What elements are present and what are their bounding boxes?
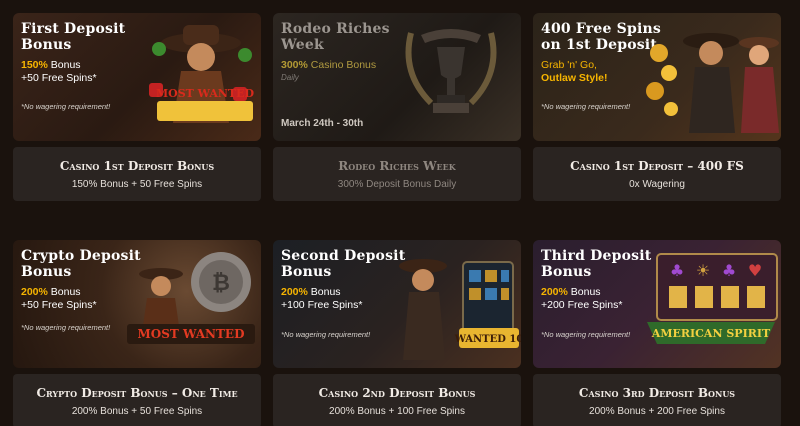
promo-banner[interactable]: Crypto Deposit Bonus 200% Bonus +50 Free…: [13, 240, 261, 368]
promo-card-rodeo-riches[interactable]: Rodeo Riches Week 300% Casino Bonus Dail…: [273, 13, 521, 219]
banner-highlight: 200% Bonus: [21, 286, 81, 298]
footer-subtitle: 200% Bonus + 50 Free Spins: [71, 405, 203, 417]
svg-text:₿: ₿: [212, 271, 230, 296]
footer-subtitle: 200% Bonus + 200 Free Spins: [589, 405, 725, 417]
svg-text:☀: ☀: [696, 261, 710, 280]
banner-free-spins: +50 Free Spins*: [21, 299, 97, 311]
outlaws-coins-illustration: [646, 33, 779, 133]
promo-footer[interactable]: Crypto Deposit Bonus – One Time 200% Bon…: [13, 374, 261, 426]
footer-title: Casino 1st Deposit Bonus: [59, 158, 215, 173]
promo-card-first-deposit[interactable]: First Deposit Bonus 150% Bonus +50 Free …: [13, 13, 261, 219]
promo-footer[interactable]: Casino 2nd Deposit Bonus 200% Bonus + 10…: [273, 374, 521, 426]
banner-note: *No wagering requirement!: [21, 323, 111, 332]
svg-text:♣: ♣: [722, 261, 736, 280]
svg-text:♣: ♣: [670, 261, 684, 280]
footer-subtitle: 200% Bonus + 100 Free Spins: [329, 405, 465, 417]
promo-footer[interactable]: Rodeo Riches Week 300% Deposit Bonus Dai…: [273, 147, 521, 201]
banner-highlight: 200% Bonus: [281, 286, 341, 298]
promo-card-third-deposit[interactable]: Third Deposit Bonus 200% Bonus +200 Free…: [533, 240, 781, 426]
logo-most: MOST WANTED: [156, 87, 255, 100]
banner-highlight: 300% Casino Bonus: [281, 59, 377, 71]
promo-card-crypto-deposit[interactable]: Crypto Deposit Bonus 200% Bonus +50 Free…: [13, 240, 261, 426]
banner-tagline-1: Grab 'n' Go,: [541, 59, 597, 71]
footer-title: Casino 1st Deposit – 400 FS: [570, 158, 744, 173]
promo-footer[interactable]: Casino 3rd Deposit Bonus 200% Bonus + 20…: [533, 374, 781, 426]
logo-most-wanted: MOST WANTED: [138, 327, 245, 341]
footer-title: Rodeo Riches Week: [338, 158, 456, 173]
promo-card-second-deposit[interactable]: Second Deposit Bonus 200% Bonus +100 Fre…: [273, 240, 521, 426]
banner-tagline-2: Outlaw Style!: [541, 72, 608, 84]
banner-note: *No wagering requirement!: [21, 102, 111, 111]
footer-subtitle: 150% Bonus + 50 Free Spins: [71, 178, 203, 190]
footer-title: Crypto Deposit Bonus – One Time: [36, 385, 238, 400]
footer-title: Casino 3rd Deposit Bonus: [578, 385, 736, 400]
american-spirit-slot-illustration: ♣ ☀ ♣ ♥ AMERICAN SPIRIT: [647, 253, 778, 344]
cowboy-illustration: MOST WANTED: [149, 25, 255, 123]
banner-free-spins: +100 Free Spins*: [281, 299, 363, 311]
trophy-icon: [405, 29, 497, 113]
banner-free-spins: +50 Free Spins*: [21, 72, 97, 84]
banner-highlight: 150% Bonus: [21, 59, 81, 71]
promo-banner[interactable]: 400 Free Spins on 1st Deposit Grab 'n' G…: [533, 13, 781, 141]
logo-wanted-10: WANTED 10: [454, 334, 521, 345]
promo-banner[interactable]: First Deposit Bonus 150% Bonus +50 Free …: [13, 13, 261, 141]
promo-card-400-free-spins[interactable]: 400 Free Spins on 1st Deposit Grab 'n' G…: [533, 13, 781, 219]
banner-dates: March 24th - 30th: [281, 118, 364, 129]
banner-highlight: 200% Bonus: [541, 286, 601, 298]
gunslinger-slot-illustration: WANTED 10: [399, 259, 521, 360]
bitcoin-cowboy-illustration: ₿ MOST WANTED: [127, 252, 255, 344]
promo-banner[interactable]: Second Deposit Bonus 200% Bonus +100 Fre…: [273, 240, 521, 368]
promo-footer[interactable]: Casino 1st Deposit Bonus 150% Bonus + 50…: [13, 147, 261, 201]
footer-subtitle: 300% Deposit Bonus Daily: [337, 178, 457, 190]
promo-banner[interactable]: Third Deposit Bonus 200% Bonus +200 Free…: [533, 240, 781, 368]
footer-subtitle: 0x Wagering: [629, 178, 685, 190]
svg-text:♥: ♥: [748, 261, 762, 280]
banner-frequency: Daily: [281, 73, 299, 82]
logo-american-spirit: AMERICAN SPIRIT: [651, 327, 771, 340]
banner-note: *No wagering requirement!: [541, 102, 631, 111]
banner-free-spins: +200 Free Spins*: [541, 299, 623, 311]
promo-banner[interactable]: Rodeo Riches Week 300% Casino Bonus Dail…: [273, 13, 521, 141]
footer-title: Casino 2nd Deposit Bonus: [318, 385, 476, 400]
promo-footer[interactable]: Casino 1st Deposit – 400 FS 0x Wagering: [533, 147, 781, 201]
